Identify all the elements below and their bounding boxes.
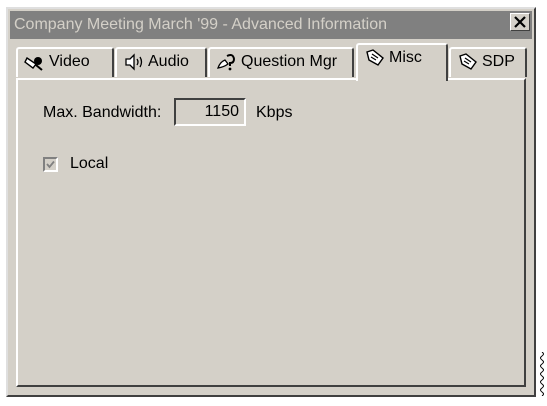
speaker-icon: [123, 52, 145, 72]
title-bar[interactable]: Company Meeting March '99 - Advanced Inf…: [10, 11, 532, 39]
tab-misc-label: Misc: [389, 49, 422, 66]
close-icon: [514, 16, 526, 28]
tab-audio[interactable]: Audio: [115, 47, 207, 77]
tab-misc[interactable]: Misc: [356, 43, 448, 81]
max-bandwidth-input[interactable]: [174, 98, 246, 126]
size-grip-icon[interactable]: [539, 351, 545, 397]
sdp-hand-icon: [457, 52, 479, 72]
misc-tab-panel: Max. Bandwidth: Kbps Local: [16, 78, 526, 387]
question-manager-icon: [216, 52, 238, 72]
tab-question-mgr-label: Question Mgr: [241, 53, 338, 70]
tab-strip: Video Audio Question Mgr Misc SDP: [16, 43, 527, 81]
advanced-info-dialog: Company Meeting March '99 - Advanced Inf…: [6, 7, 536, 397]
bandwidth-unit-label: Kbps: [256, 104, 293, 121]
close-button[interactable]: [510, 13, 530, 31]
local-checkbox-label: Local: [70, 155, 109, 172]
tab-sdp[interactable]: SDP: [449, 47, 527, 77]
video-camera-icon: [24, 52, 46, 72]
tab-sdp-label: SDP: [482, 53, 515, 70]
tab-question-mgr[interactable]: Question Mgr: [208, 47, 354, 77]
max-bandwidth-label: Max. Bandwidth:: [43, 104, 162, 121]
tab-video[interactable]: Video: [16, 47, 114, 77]
checkmark-icon: [46, 160, 55, 169]
tab-audio-label: Audio: [148, 53, 189, 70]
misc-hand-icon: [364, 48, 386, 68]
tab-video-label: Video: [49, 53, 90, 70]
local-checkbox[interactable]: [43, 157, 58, 172]
window-title: Company Meeting March '99 - Advanced Inf…: [14, 16, 388, 33]
